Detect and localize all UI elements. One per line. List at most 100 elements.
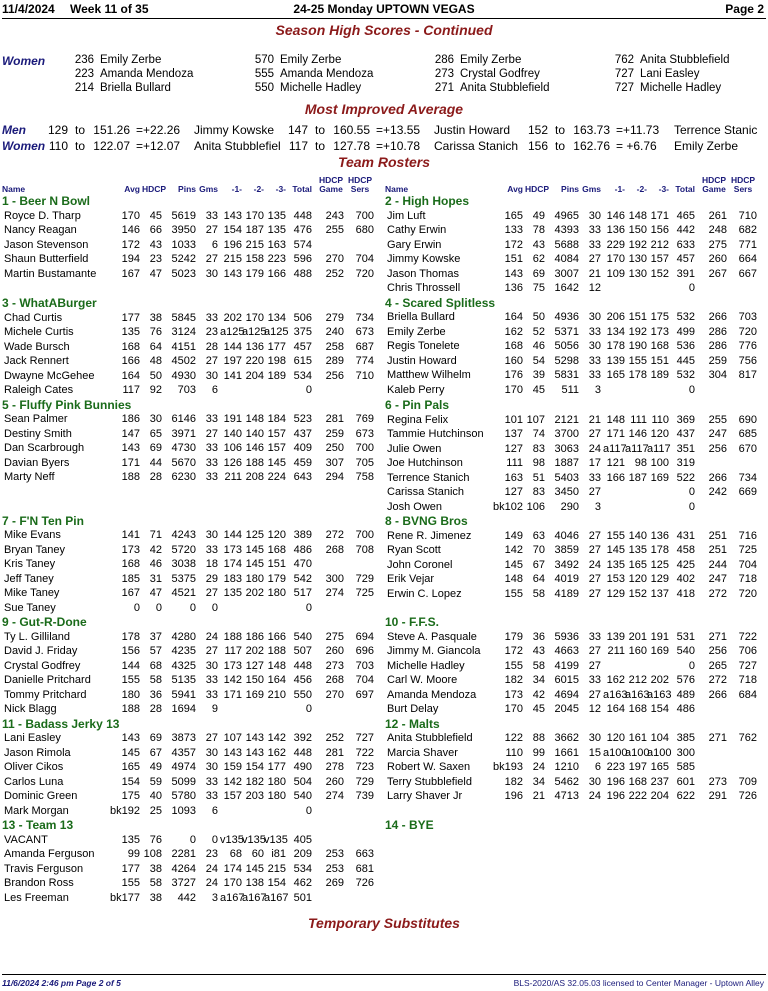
- most-improved-label: Women: [2, 139, 46, 153]
- player-hdcp: 43: [149, 238, 162, 251]
- player-row: Crystal Godfrey 144 68 4325 30 173 127 148 448 27…: [2, 659, 382, 674]
- series-total: 0: [305, 384, 312, 396]
- season-high-bowler: Emily Zerbe: [280, 54, 342, 66]
- player-avg: 147: [121, 427, 140, 440]
- game-1: 211: [224, 471, 242, 483]
- most-improved-value: Jimmy Kowske: [194, 123, 275, 137]
- player-pins: 3950: [171, 224, 196, 236]
- hdcp-game: 244: [708, 558, 727, 571]
- player-pins: 1661: [554, 746, 579, 759]
- player-row: Marty Neff 188 28 6230 33 211 208 224 643 294 758: [2, 470, 382, 485]
- game-1: 120: [606, 732, 625, 744]
- player-games: 33: [588, 238, 601, 251]
- player-pins: 4243: [171, 529, 196, 541]
- player-pins: 3450: [554, 486, 579, 498]
- series-total: 0: [305, 804, 312, 817]
- hdcp-game: 251: [708, 544, 727, 556]
- game-3: 189: [650, 369, 669, 381]
- player-pins: 1694: [171, 703, 196, 715]
- player-row: Matthew Wilhelm 176 39 5831 33 165 178 189 532 30…: [385, 368, 765, 383]
- player-avg: 177: [121, 311, 140, 324]
- hdcp-game: 272: [708, 587, 727, 600]
- hdcp-series: 769: [355, 413, 374, 425]
- player-hdcp: 68: [149, 659, 162, 672]
- most-improved-value: to: [555, 139, 566, 153]
- team-name: 8 - BVNG Bros: [385, 514, 468, 528]
- game-3: a163: [647, 688, 672, 701]
- game-3: 136: [650, 529, 669, 542]
- header-g3: -3-: [275, 184, 286, 194]
- hdcp-series: 709: [738, 775, 757, 788]
- game-3: 104: [650, 732, 669, 744]
- game-1: 140: [223, 427, 242, 440]
- player-games: 24: [205, 630, 218, 643]
- player-pins: 6230: [171, 471, 196, 483]
- player-name: Kaleb Perry: [387, 383, 445, 396]
- player-pins: 3662: [554, 732, 579, 744]
- player-games: 33: [588, 674, 601, 686]
- game-3: 129: [650, 573, 669, 585]
- player-pins: 5135: [171, 674, 196, 686]
- game-1: 117: [224, 645, 242, 657]
- player-name: Les Freeman: [4, 891, 69, 904]
- most-improved-value: 122.07: [93, 139, 130, 153]
- player-name: Michelle Hadley: [387, 659, 465, 672]
- player-name: Julie Owen: [387, 442, 442, 455]
- header-hdcp_game: HDCP Game: [318, 175, 344, 194]
- player-hdcp: 98: [532, 457, 545, 469]
- series-total: 465: [676, 209, 695, 222]
- game-3: 189: [267, 369, 286, 382]
- game-3: 110: [651, 413, 669, 426]
- series-total: 643: [293, 471, 312, 483]
- player-hdcp: 42: [532, 688, 545, 701]
- player-hdcp: 46: [532, 340, 545, 352]
- player-name: Steve A. Pasquale: [387, 630, 477, 643]
- season-high-score: 555: [254, 68, 274, 80]
- player-row: Mike Taney 167 47 4521 27 135 202 180 517 274 725: [2, 586, 382, 601]
- game-3: 198: [267, 355, 286, 367]
- game-3: 145: [267, 456, 286, 469]
- season-high-entry: 570 Emily Zerbe: [250, 53, 428, 67]
- series-total: 507: [293, 645, 312, 657]
- player-row: Emily Zerbe 162 52 5371 33 134 192 173 499 286 720: [385, 325, 765, 340]
- player-name: Tammie Hutchinson: [387, 428, 484, 440]
- player-hdcp: 69: [149, 442, 162, 454]
- player-pins: 290: [560, 500, 579, 513]
- player-hdcp: 45: [532, 383, 545, 396]
- most-improved-value: 156: [527, 139, 548, 153]
- most-improved-value: 129: [47, 123, 68, 137]
- player-name: Carl W. Moore: [387, 674, 458, 686]
- player-hdcp: 108: [143, 848, 162, 860]
- game-3: 177: [267, 761, 286, 773]
- player-row: Erik Vejar 148 64 4019 27 153 120 129 402 247 718: [385, 572, 765, 587]
- season-high-score: 214: [74, 82, 94, 94]
- game-2: 111: [630, 413, 647, 426]
- game-1: 139: [606, 354, 625, 367]
- game-3: 175: [650, 311, 669, 323]
- player-pins: 4521: [171, 587, 196, 599]
- player-name: Briella Bullard: [387, 311, 455, 323]
- player-hdcp: 99: [532, 746, 545, 759]
- player-hdcp: 83: [532, 442, 545, 455]
- player-row: Kris Taney 168 46 3038 18 174 145 151 470: [2, 557, 382, 572]
- series-total: 534: [293, 862, 312, 875]
- player-pins: 5242: [171, 253, 196, 265]
- hdcp-series: 756: [738, 354, 757, 367]
- player-row: Carlos Luna 154 59 5099 33 142 182 180 504 260 729: [2, 775, 382, 790]
- player-hdcp: 71: [149, 529, 162, 541]
- game-2: 168: [628, 775, 647, 788]
- hdcp-game: 271: [708, 732, 727, 744]
- player-pins: 4936: [554, 311, 579, 323]
- player-avg: 154: [121, 775, 140, 788]
- player-games: 33: [205, 311, 218, 324]
- season-high-score: 727: [614, 82, 634, 94]
- player-avg: 177: [121, 862, 140, 875]
- player-games: 33: [588, 354, 601, 367]
- game-1: 211: [607, 645, 625, 657]
- player-hdcp: 43: [532, 238, 545, 251]
- player-games: 30: [588, 732, 601, 744]
- game-2: 187: [245, 224, 264, 236]
- player-avg: 170: [121, 209, 140, 222]
- series-total: 585: [676, 761, 695, 773]
- player-games: 15: [588, 746, 601, 759]
